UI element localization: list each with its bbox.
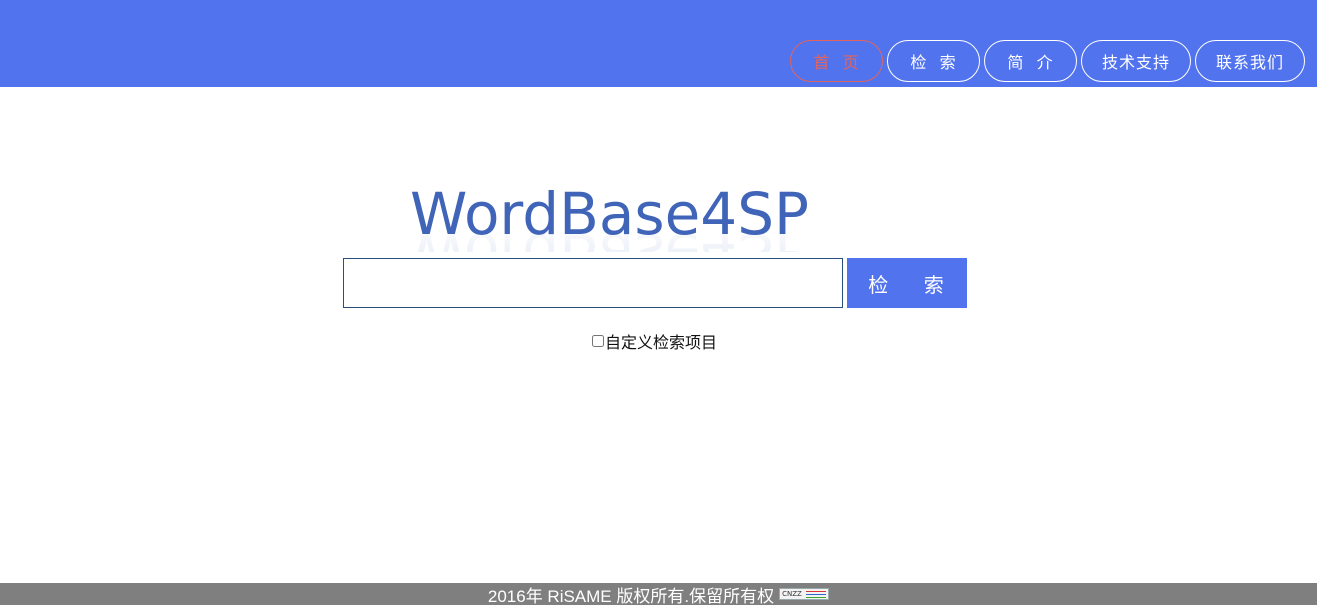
footer: 2016年 RiSAME 版权所有.保留所有权 CNZZ (0, 583, 1317, 606)
header-bar: 首 页 检 索 简 介 技术支持 联系我们 (0, 0, 1317, 87)
cnzz-badge-text: CNZZ (782, 590, 802, 598)
custom-search-label: 自定义检索项目 (605, 333, 718, 352)
cnzz-badge[interactable]: CNZZ (779, 588, 830, 600)
custom-search-option[interactable]: 自定义检索项目 (592, 331, 718, 352)
logo-reflection: WordBase4SP (410, 220, 809, 252)
custom-search-checkbox[interactable] (592, 335, 604, 347)
nav-home[interactable]: 首 页 (790, 40, 883, 82)
cnzz-stripes-icon (806, 591, 827, 598)
wordbase-logo: WordBase4SP WordBase4SP (410, 182, 902, 252)
nav-intro[interactable]: 简 介 (984, 40, 1077, 82)
nav-contact[interactable]: 联系我们 (1195, 40, 1305, 82)
search-button[interactable]: 检 索 (847, 258, 967, 308)
main-nav: 首 页 检 索 简 介 技术支持 联系我们 (790, 40, 1305, 82)
copyright-text: 2016年 RiSAME 版权所有.保留所有权 (487, 586, 775, 606)
nav-tech-support[interactable]: 技术支持 (1081, 40, 1191, 82)
search-input[interactable] (343, 258, 843, 308)
nav-search[interactable]: 检 索 (887, 40, 980, 82)
